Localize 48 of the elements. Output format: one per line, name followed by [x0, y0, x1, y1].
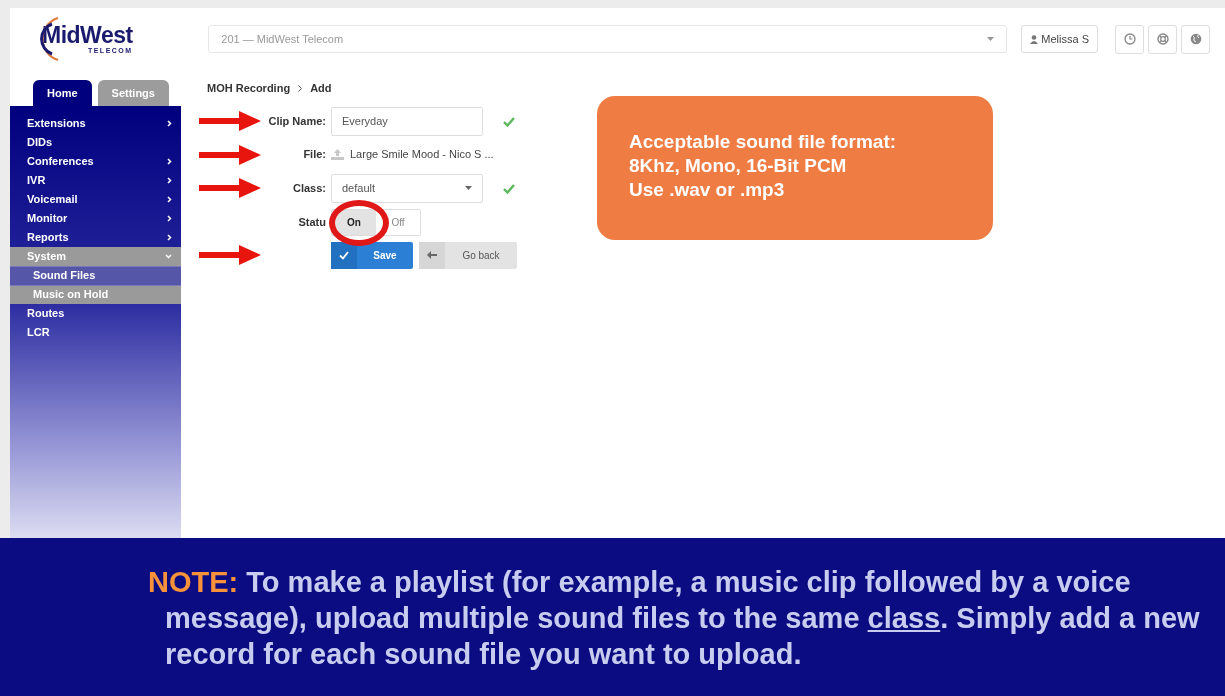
select-field[interactable]: default — [331, 173, 483, 203]
globe-icon — [1189, 33, 1202, 45]
arrow-icon — [199, 108, 261, 134]
field-label: Statu — [297, 214, 326, 230]
sidebar-item[interactable]: IVR — [10, 170, 181, 190]
chevron-right-icon — [298, 84, 303, 92]
chevron-right-icon — [167, 195, 172, 203]
chevron-down-icon — [165, 253, 172, 259]
globe-button[interactable] — [1181, 24, 1210, 54]
arrow-left-icon — [427, 251, 437, 259]
clock-icon — [1123, 33, 1136, 45]
breadcrumb-link[interactable]: MOH Recording — [207, 80, 291, 97]
sidebar-item[interactable]: Routes — [10, 303, 181, 323]
arrow-icon — [199, 175, 261, 201]
text-input[interactable]: Everyday — [331, 106, 483, 136]
note-text: NOTE: To make a playlist (for example, a music clip followed by a voice message), upload multiple sound files to the same class. Simply add a new record for each sound file you want to upload. — [148, 565, 1201, 672]
chevron-right-icon — [167, 233, 172, 241]
chevron-right-icon — [167, 214, 172, 222]
back-button[interactable]: Go back — [419, 241, 517, 269]
lifebuoy-button[interactable] — [1148, 24, 1177, 54]
sidebar-item[interactable]: Extensions — [10, 113, 181, 133]
caret-icon — [987, 37, 995, 41]
sidebar-item[interactable]: Voicemail — [10, 189, 181, 209]
breadcrumb-current: Add — [310, 81, 332, 96]
save-button[interactable]: Save — [331, 241, 413, 269]
chevron-right-icon — [167, 119, 172, 127]
field-label: Class: — [291, 180, 326, 196]
callout-text: Acceptable sound file format: 8Khz, Mono, 16-Bit PCM Use .wav or .mp3 — [629, 130, 898, 202]
sidebar-item[interactable]: LCR — [10, 322, 181, 342]
check-icon — [339, 250, 349, 260]
user-button[interactable]: Melissa S — [1021, 25, 1098, 53]
logo-text: MidWest — [42, 23, 133, 47]
sidebar-item[interactable]: DIDs — [10, 132, 181, 152]
upload-icon — [331, 149, 344, 160]
arrow-icon — [199, 242, 261, 268]
sidebar-item[interactable]: Reports — [10, 227, 181, 247]
lifebuoy-icon — [1156, 33, 1169, 45]
person-icon — [1030, 34, 1039, 44]
clock-button[interactable] — [1115, 24, 1144, 54]
caret-icon — [465, 186, 472, 190]
file-name: Large Smile Mood - Nico S ... — [350, 147, 494, 163]
sidebar-item[interactable]: Monitor — [10, 208, 181, 228]
chevron-right-icon — [167, 157, 172, 165]
sidebar-item[interactable]: Conferences — [10, 151, 181, 171]
field-label: File: — [302, 147, 326, 163]
field-label: Clip Name: — [267, 113, 326, 129]
chevron-right-icon — [167, 176, 172, 184]
nav-tab[interactable]: Home — [33, 80, 92, 106]
